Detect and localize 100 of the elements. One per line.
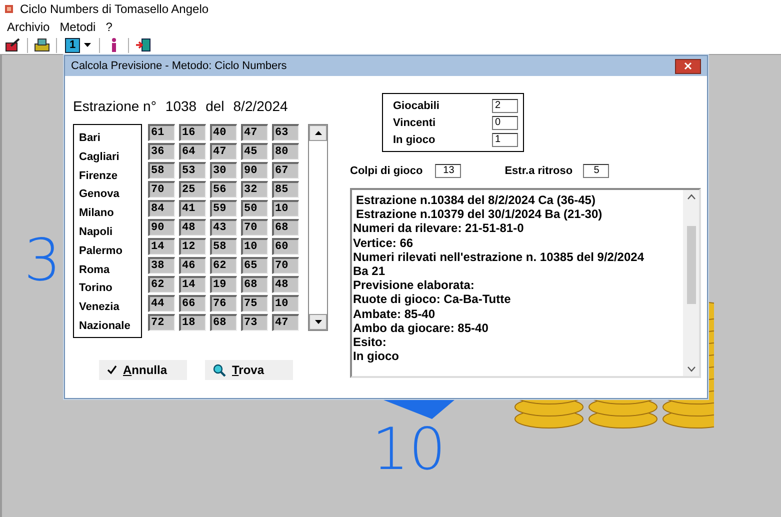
number-field: 10	[241, 238, 268, 255]
scrollbar[interactable]	[308, 124, 328, 331]
report-line: Vertice: 66	[353, 236, 414, 250]
wheel-name: Napoli	[79, 224, 114, 240]
number-field: 62	[210, 257, 237, 274]
number-field: 10	[272, 200, 299, 217]
report-line: In gioco	[353, 349, 400, 364]
magnifier-icon	[213, 364, 226, 376]
menu-item[interactable]: Metodi	[54, 20, 101, 34]
report-line: Ruote di gioco: Ca-Ba-Tutte	[353, 292, 512, 306]
number-field: 46	[179, 257, 206, 274]
number-field: 40	[210, 124, 237, 141]
dropdown-caret-icon[interactable]	[84, 43, 91, 47]
number-field: 58	[148, 162, 175, 179]
number-field: 76	[210, 295, 237, 312]
dialog-title: Calcola Previsione - Metodo: Ciclo Numbers	[71, 60, 287, 72]
number-field: 36	[148, 143, 175, 160]
stat-label: In gioco	[393, 134, 436, 146]
number-field: 32	[241, 181, 268, 198]
wheel-name: Genova	[79, 187, 120, 202]
number-field: 53	[179, 162, 206, 179]
number-field: 63	[272, 124, 299, 141]
number-field: 56	[210, 181, 237, 198]
number-field: 18	[179, 314, 206, 331]
scroll-down-icon[interactable]	[686, 366, 696, 372]
stat-field[interactable]: 2	[492, 99, 518, 113]
scroll-thumb[interactable]	[686, 226, 696, 304]
scrollbar[interactable]	[683, 190, 699, 376]
number-field: 70	[148, 181, 175, 198]
number-field: 67	[272, 162, 299, 179]
app-icon	[4, 4, 14, 14]
menu-item[interactable]: ?	[100, 20, 118, 34]
wheel-name: Milano	[79, 206, 115, 222]
checkmark-icon	[107, 365, 117, 375]
printer-icon[interactable]	[32, 36, 52, 54]
report-line: Numeri da rilevare: 21-51-81-0	[353, 221, 525, 236]
number-field: 75	[241, 295, 268, 312]
exit-door-icon[interactable]	[133, 36, 153, 54]
param-label: Colpi di gioco	[350, 165, 423, 177]
param-label: Estr.a ritroso	[504, 165, 573, 177]
number-field: 90	[241, 162, 268, 179]
number-field: 68	[272, 219, 299, 236]
number-field: 10	[272, 295, 299, 312]
draw-number: 1038	[165, 98, 197, 114]
number-field: 62	[148, 276, 175, 293]
scroll-up-icon[interactable]	[686, 194, 696, 200]
number-button[interactable]: 1	[61, 36, 95, 54]
close-icon	[684, 62, 692, 70]
number-field: 90	[148, 219, 175, 236]
window-title: Ciclo Numbers di Tomasello Angelo	[20, 2, 209, 16]
report-line: Estrazione n.10379 del 30/1/2024 Ba (21-30)	[355, 207, 604, 222]
wheel-name: Cagliari	[79, 150, 120, 165]
number-field: 80	[272, 143, 299, 160]
number-field: 47	[272, 314, 299, 331]
menu-item[interactable]: Archivio	[2, 20, 55, 34]
number-field: 61	[148, 124, 175, 141]
number-field: 16	[179, 124, 206, 141]
report-line: Ba 21	[353, 264, 386, 278]
large-number: 3	[24, 231, 61, 289]
draw-date: 8/2/2024	[233, 98, 288, 114]
large-number: 10	[372, 420, 446, 478]
number-field: 14	[179, 276, 206, 293]
wheel-name: Roma	[79, 262, 111, 278]
close-button[interactable]	[675, 58, 701, 74]
report-line: Estrazione n.10384 del 8/2/2024 Ca (36-45)	[355, 193, 596, 208]
draw-label: Estrazione n°	[73, 98, 156, 114]
report-line: Esito:	[353, 334, 388, 350]
find-button[interactable]: Trova	[205, 360, 293, 380]
number-field: 70	[272, 257, 299, 274]
number-field: 68	[210, 314, 237, 331]
number-field: 65	[241, 257, 268, 274]
report-line: Ambate: 85-40	[353, 306, 436, 321]
wheel-name: Venezia	[79, 300, 120, 316]
number-field: 41	[179, 200, 206, 217]
number-field: 43	[210, 219, 237, 236]
wheel-name: Palermo	[79, 244, 124, 259]
number-field: 60	[272, 238, 299, 255]
number-field: 14	[148, 238, 175, 255]
wheel-name: Nazionale	[79, 318, 132, 334]
param-field[interactable]: 5	[582, 164, 609, 178]
scroll-up-icon[interactable]	[314, 131, 322, 135]
stat-field[interactable]: 0	[492, 116, 518, 130]
number-field: 70	[241, 219, 268, 236]
number-field: 50	[241, 200, 268, 217]
number-field: 66	[179, 295, 206, 312]
number-field: 12	[179, 238, 206, 255]
number-field: 47	[241, 124, 268, 141]
number-field: 68	[241, 276, 268, 293]
number-field: 45	[241, 143, 268, 160]
number-field: 48	[272, 276, 299, 293]
scroll-down-icon[interactable]	[314, 320, 322, 324]
stat-label: Vincenti	[393, 117, 436, 129]
stat-label: Giocabili	[393, 100, 440, 112]
number-field: 72	[148, 314, 175, 331]
wheel-name: Torino	[79, 281, 114, 296]
number-field: 25	[179, 181, 206, 198]
stat-field[interactable]: 1	[492, 133, 518, 147]
report-text-area[interactable]	[350, 188, 701, 378]
param-field[interactable]: 13	[434, 164, 461, 178]
cancel-button[interactable]: Annulla	[99, 360, 187, 380]
